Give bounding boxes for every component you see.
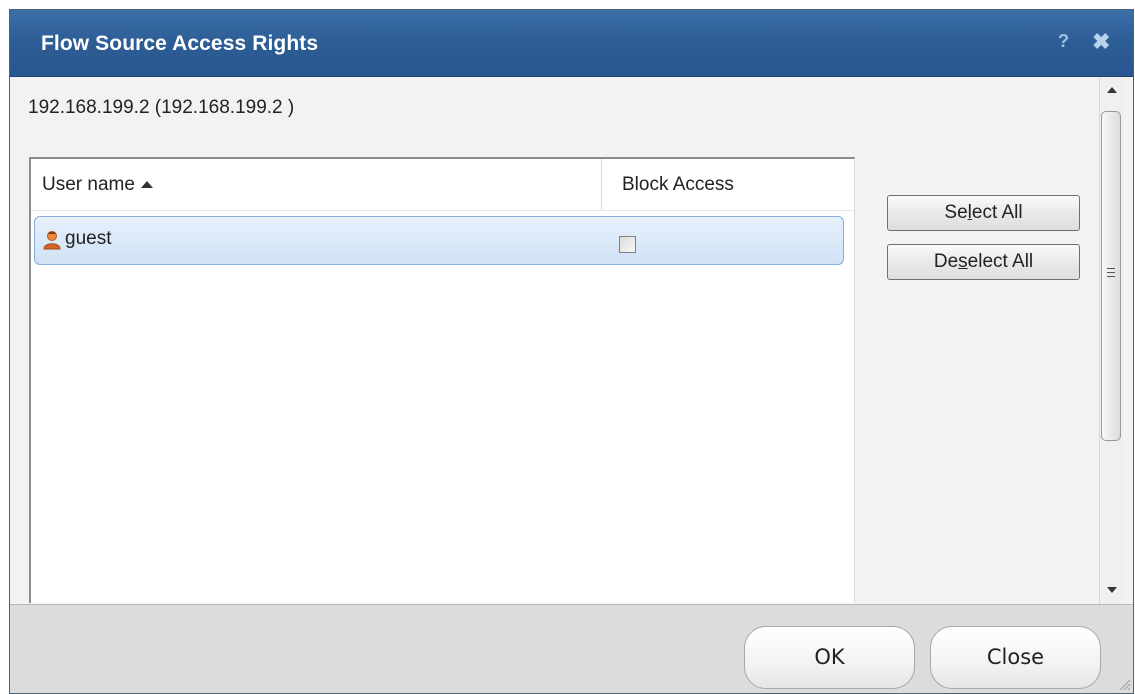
- users-table: User name Block Access guest: [29, 157, 855, 603]
- access-rights-dialog: Flow Source Access Rights ? ✖ 192.168.19…: [9, 9, 1134, 694]
- dialog-title: Flow Source Access Rights: [41, 32, 319, 55]
- deselect-all-label-part1: De: [933, 251, 959, 272]
- dialog-titlebar[interactable]: Flow Source Access Rights ? ✖: [10, 10, 1133, 77]
- scroll-down-arrow-icon[interactable]: [1107, 587, 1117, 593]
- scroll-thumb[interactable]: [1101, 111, 1121, 441]
- sort-ascending-icon: [140, 181, 153, 188]
- scroll-up-arrow-icon[interactable]: [1107, 87, 1117, 93]
- user-icon: [43, 231, 61, 250]
- grip-line: [1107, 276, 1115, 277]
- table-header: User name Block Access: [31, 159, 854, 211]
- resize-grip-icon[interactable]: [1117, 677, 1131, 691]
- deselect-all-button[interactable]: Deselect All: [887, 244, 1080, 280]
- host-label: 192.168.199.2 (192.168.199.2 ): [28, 97, 295, 118]
- user-name-cell: guest: [65, 228, 112, 249]
- close-icon[interactable]: ✖: [1092, 29, 1110, 55]
- dialog-content: 192.168.199.2 (192.168.199.2 ) User name…: [10, 77, 1099, 603]
- grip-line: [1107, 272, 1115, 273]
- close-button[interactable]: Close: [930, 626, 1101, 689]
- column-header-block-access-label: Block Access: [622, 174, 734, 195]
- vertical-scrollbar[interactable]: [1099, 77, 1124, 604]
- header-divider: [31, 210, 854, 211]
- deselect-all-label-part2: elect All: [967, 251, 1034, 272]
- dialog-footer: OK Close: [10, 604, 1133, 693]
- column-header-user-name[interactable]: User name: [39, 159, 602, 211]
- select-all-button[interactable]: Select All: [887, 195, 1080, 231]
- deselect-all-mnemonic: s: [958, 251, 968, 272]
- grip-line: [1107, 268, 1115, 269]
- ok-button[interactable]: OK: [744, 626, 915, 689]
- help-icon[interactable]: ?: [1058, 31, 1069, 52]
- select-all-label-part2: ect All: [971, 202, 1023, 223]
- column-header-block-access[interactable]: Block Access: [601, 159, 851, 211]
- block-access-checkbox[interactable]: [619, 236, 636, 253]
- column-header-user-name-label: User name: [42, 174, 135, 195]
- select-all-label-part1: Se: [944, 202, 968, 223]
- table-row[interactable]: guest: [34, 216, 844, 265]
